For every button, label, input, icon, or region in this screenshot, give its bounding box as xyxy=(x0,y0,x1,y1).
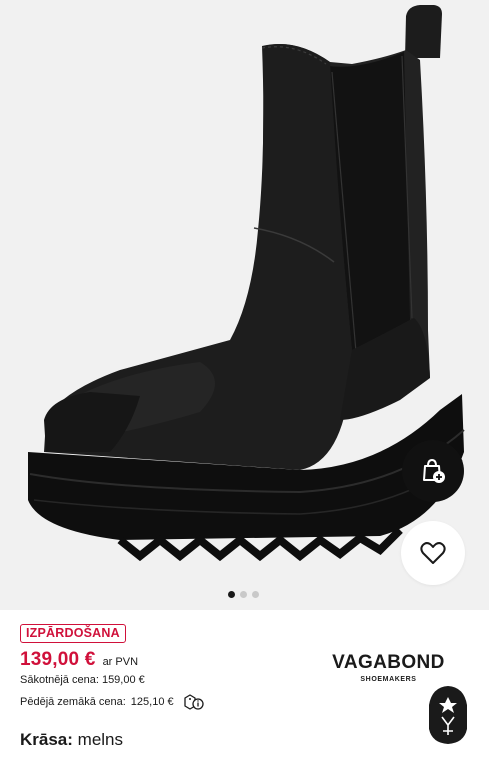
add-to-cart-button[interactable] xyxy=(402,440,464,502)
price-tag-info-icon[interactable] xyxy=(183,694,205,710)
lowest-price-label: Pēdējā zemākā cena: xyxy=(20,696,126,708)
gallery-dot[interactable] xyxy=(252,591,259,598)
brand-logo[interactable]: VAGABOND SHOEMAKERS xyxy=(308,652,469,684)
color-row: Krāsa: melns xyxy=(20,730,123,750)
product-image-gallery[interactable] xyxy=(0,0,489,610)
brand-name: VAGABOND xyxy=(332,652,445,673)
product-image[interactable] xyxy=(0,0,489,610)
price-row: 139,00 € ar PVN xyxy=(20,649,138,671)
lowest-price-value: 125,10 € xyxy=(130,696,174,708)
brand-subtitle: SHOEMAKERS xyxy=(360,676,417,683)
sustainability-seal-icon[interactable] xyxy=(428,685,468,745)
gallery-dot[interactable] xyxy=(228,591,235,598)
color-label: Krāsa: xyxy=(20,730,73,749)
vat-note: ar PVN xyxy=(102,656,139,668)
wishlist-button[interactable] xyxy=(401,521,465,585)
lowest-price-row: Pēdējā zemākā cena: 125,10 € xyxy=(20,694,205,710)
gallery-pagination xyxy=(228,591,259,598)
original-price: Sākotnējā cena: 159,00 € xyxy=(20,674,145,686)
product-info: IZPĀRDOŠANA 139,00 € ar PVN Sākotnējā ce… xyxy=(0,610,489,768)
bag-plus-icon xyxy=(423,458,445,483)
heart-icon xyxy=(420,542,446,564)
gallery-dot[interactable] xyxy=(240,591,247,598)
sale-badge: IZPĀRDOŠANA xyxy=(20,624,126,643)
color-value: melns xyxy=(77,730,124,749)
current-price: 139,00 € xyxy=(20,649,96,670)
